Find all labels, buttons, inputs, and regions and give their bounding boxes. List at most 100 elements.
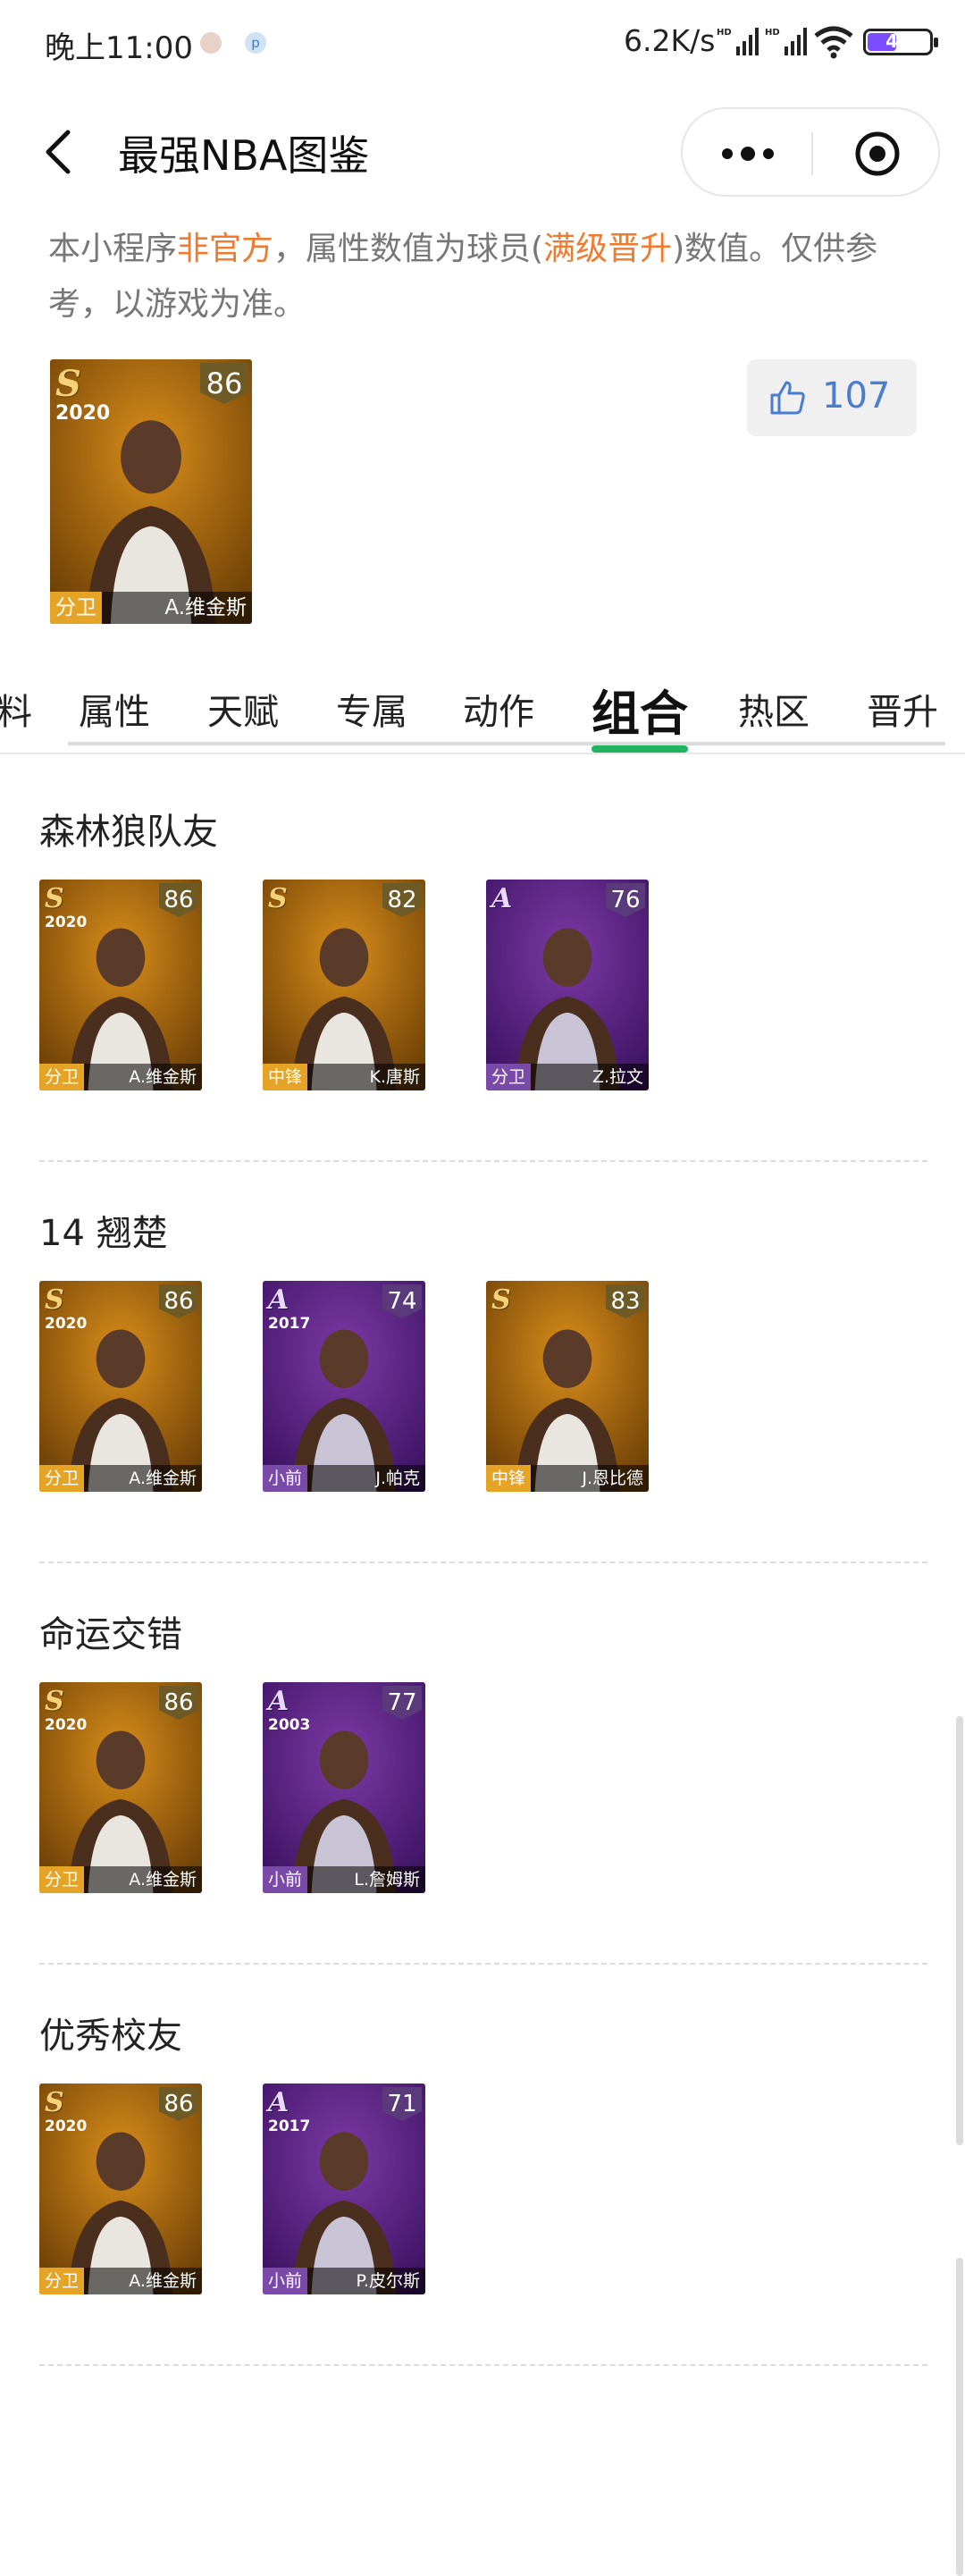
disclaimer-part: ，属性数值为球员( bbox=[273, 231, 544, 267]
player-name: Z.拉文 bbox=[592, 1067, 643, 1087]
player-name: J.恩比德 bbox=[582, 1469, 643, 1488]
disclaimer-part: 本小程序 bbox=[48, 231, 178, 267]
position-badge: 分卫 bbox=[39, 1064, 85, 1090]
card-year: 2020 bbox=[45, 2117, 88, 2135]
player-card[interactable]: A 2003 77 小前 L.詹姆斯 bbox=[263, 1682, 425, 1893]
tier-badge: S bbox=[45, 2087, 64, 2118]
card-year: 2017 bbox=[268, 1315, 311, 1333]
player-name: K.唐斯 bbox=[369, 1067, 421, 1087]
card-year: 2020 bbox=[45, 913, 88, 931]
player-card[interactable]: S 83 中锋 J.恩比德 bbox=[486, 1281, 649, 1492]
position-badge: 分卫 bbox=[39, 1465, 85, 1492]
battery-icon: 47 bbox=[863, 29, 938, 55]
capsule-divider bbox=[811, 132, 813, 175]
card-year: 2020 bbox=[45, 1315, 88, 1333]
notification-icon bbox=[200, 32, 222, 54]
combo-group-title: 14 翘楚 bbox=[39, 1213, 168, 1254]
tab-moves[interactable]: 动作 bbox=[463, 683, 534, 735]
disclaimer-text: 本小程序非官方，属性数值为球员(满级晋升)数值。仅供参考，以游戏为准。 bbox=[48, 222, 933, 333]
player-name: J.帕克 bbox=[375, 1469, 420, 1488]
player-card[interactable]: S 2020 86 分卫 A.维金斯 bbox=[39, 2084, 202, 2294]
tab-talents[interactable]: 天赋 bbox=[207, 683, 279, 735]
wifi-icon bbox=[814, 26, 853, 59]
player-name: A.维金斯 bbox=[164, 596, 247, 619]
card-year: 2020 bbox=[45, 1716, 88, 1734]
signal-icon-2: HD bbox=[765, 28, 807, 55]
player-card[interactable]: S 2020 86 分卫 A.维金斯 bbox=[39, 1682, 202, 1893]
divider bbox=[39, 1963, 927, 1965]
combo-group: 14 翘楚 S 2020 86 分卫 A.维金斯 A 2017 74 小前 J.帕克 S 83 中锋… bbox=[0, 1204, 965, 1606]
mini-program-capsule bbox=[681, 107, 940, 197]
position-badge: 中锋 bbox=[263, 1064, 308, 1090]
thumbs-up-icon bbox=[770, 381, 805, 415]
player-name: A.维金斯 bbox=[129, 2271, 197, 2291]
combo-group-title: 森林狼队友 bbox=[39, 812, 218, 853]
disclaimer-highlight-maxlevel: 满级晋升 bbox=[543, 231, 673, 267]
page-title: 最强NBA图鉴 bbox=[118, 131, 370, 180]
tab-profile[interactable]: 料 bbox=[0, 683, 32, 735]
player-name: P.皮尔斯 bbox=[356, 2271, 420, 2291]
combo-group-title: 优秀校友 bbox=[39, 2016, 182, 2057]
status-bar: 晚上11:00 p 6.2K/s HD HD 47 bbox=[0, 0, 965, 86]
tab-exclusive[interactable]: 专属 bbox=[336, 683, 407, 735]
more-icon[interactable] bbox=[720, 143, 776, 164]
position-badge: 分卫 bbox=[50, 592, 102, 624]
tier-badge: S bbox=[45, 883, 64, 914]
chevron-left-icon[interactable] bbox=[39, 127, 79, 177]
tier-badge: S bbox=[55, 363, 81, 405]
like-count: 107 bbox=[822, 375, 891, 417]
player-name: A.维金斯 bbox=[129, 1870, 197, 1890]
scrollbar[interactable] bbox=[956, 1716, 963, 2145]
tab-hotzones[interactable]: 热区 bbox=[738, 683, 810, 735]
player-card[interactable]: S 2020 86 分卫 A.维金斯 bbox=[39, 1281, 202, 1492]
position-badge: 中锋 bbox=[486, 1465, 532, 1492]
player-card[interactable]: S 2020 86 分卫 A.维金斯 bbox=[39, 880, 202, 1090]
tier-badge: S bbox=[268, 883, 288, 914]
position-badge: 分卫 bbox=[486, 1064, 532, 1090]
active-tab-indicator bbox=[592, 745, 688, 753]
signal-icon: HD bbox=[717, 28, 759, 55]
player-name: A.维金斯 bbox=[129, 1067, 197, 1087]
divider bbox=[39, 1562, 927, 1563]
position-badge: 分卫 bbox=[39, 2268, 85, 2294]
position-badge: 小前 bbox=[263, 1866, 308, 1893]
like-button[interactable]: 107 bbox=[747, 359, 917, 436]
tab-attributes[interactable]: 属性 bbox=[79, 683, 150, 735]
player-card[interactable]: A 2017 74 小前 J.帕克 bbox=[263, 1281, 425, 1492]
tier-badge: S bbox=[45, 1284, 64, 1316]
player-card[interactable]: A 76 分卫 Z.拉文 bbox=[486, 880, 649, 1090]
tab-combos[interactable]: 组合 bbox=[592, 674, 688, 745]
tier-badge: S bbox=[491, 1284, 511, 1316]
status-time: 晚上11:00 bbox=[45, 30, 193, 66]
disclaimer-highlight-unofficial: 非官方 bbox=[177, 231, 274, 267]
svg-text:HD: HD bbox=[717, 28, 732, 38]
tier-badge: S bbox=[45, 1686, 64, 1717]
player-card[interactable]: S 82 中锋 K.唐斯 bbox=[263, 880, 425, 1090]
tier-badge: A bbox=[268, 1686, 290, 1717]
combo-group: 命运交错 S 2020 86 分卫 A.维金斯 A 2003 77 小前 L.詹姆斯 bbox=[0, 1605, 965, 2008]
tier-badge: A bbox=[268, 1284, 290, 1316]
network-speed: 6.2K/s bbox=[624, 23, 716, 58]
tier-badge: A bbox=[491, 883, 513, 914]
card-year: 2020 bbox=[55, 402, 111, 425]
app-notification-icon: p bbox=[245, 32, 266, 54]
tab-upgrade[interactable]: 晋升 bbox=[867, 683, 938, 735]
player-name: A.维金斯 bbox=[129, 1469, 197, 1488]
card-year: 2017 bbox=[268, 2117, 311, 2135]
player-card[interactable]: A 2017 71 小前 P.皮尔斯 bbox=[263, 2084, 425, 2294]
position-badge: 小前 bbox=[263, 2268, 308, 2294]
tab-bar: 料 属性 天赋 专属 动作 组合 热区 晋升 bbox=[0, 661, 965, 754]
battery-level: 47 bbox=[885, 30, 910, 52]
combo-group: 森林狼队友 S 2020 86 分卫 A.维金斯 S 82 中锋 K.唐斯 A 76 分卫 Z.拉文 bbox=[0, 803, 965, 1205]
divider bbox=[39, 1160, 927, 1162]
nav-bar: 最强NBA图鉴 bbox=[0, 86, 965, 218]
position-badge: 小前 bbox=[263, 1465, 308, 1492]
divider bbox=[39, 2364, 927, 2366]
target-icon[interactable] bbox=[854, 130, 901, 177]
player-name: L.詹姆斯 bbox=[354, 1870, 420, 1890]
svg-text:HD: HD bbox=[765, 28, 780, 38]
tab-scroll-track bbox=[68, 742, 945, 745]
tier-badge: A bbox=[268, 2087, 290, 2118]
scrollbar-lower[interactable] bbox=[956, 2258, 963, 2576]
card-year: 2003 bbox=[268, 1716, 311, 1734]
